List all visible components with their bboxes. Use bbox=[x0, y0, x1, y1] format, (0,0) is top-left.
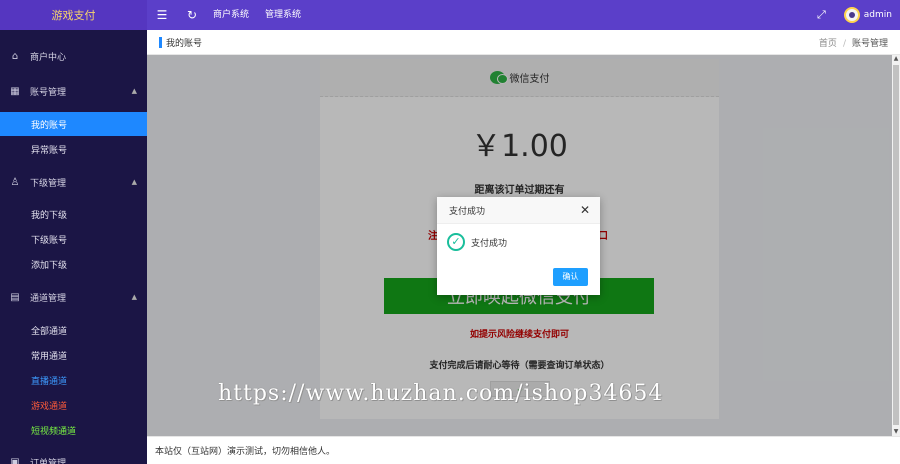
top-bar: 游戏支付 ☰ ↻ 商户系统 管理系统 ⤢ admin bbox=[0, 0, 900, 30]
dialog-message: 支付成功 bbox=[471, 238, 508, 249]
refresh-icon[interactable]: ↻ bbox=[177, 0, 207, 30]
sidebar-item-account-management[interactable]: ▦ 账号管理 ▲ bbox=[0, 79, 147, 103]
dialog-title: 支付成功 bbox=[449, 206, 486, 217]
payment-success-dialog: 支付成功 ✕ ✓ 支付成功 确认 bbox=[437, 197, 600, 295]
caret-up-icon: ▲ bbox=[131, 87, 137, 95]
dialog-header: 支付成功 ✕ bbox=[437, 197, 600, 224]
brand-logo[interactable]: 游戏支付 bbox=[0, 0, 147, 30]
sidebar-item-order-management[interactable]: ▣ 订单管理 bbox=[0, 450, 147, 464]
menu-toggle-icon[interactable]: ☰ bbox=[147, 0, 177, 30]
scrollbar[interactable]: ▲ ▼ bbox=[892, 55, 900, 436]
title-marker bbox=[159, 36, 162, 48]
sidebar-item-channel-management[interactable]: ▤ 通道管理 ▲ bbox=[0, 285, 147, 309]
sidebar-item-short-video-channel[interactable]: 短视频通道 bbox=[0, 418, 147, 442]
order-icon: ▣ bbox=[10, 456, 20, 464]
sidebar-item-merchant-center[interactable]: ⌂ 商户中心 bbox=[0, 44, 147, 68]
sidebar-item-all-channels[interactable]: 全部通道 bbox=[0, 318, 147, 342]
scroll-down-icon[interactable]: ▼ bbox=[892, 428, 900, 436]
check-circle-icon: ✓ bbox=[447, 233, 465, 251]
sidebar-item-label: 账号管理 bbox=[30, 87, 67, 98]
sidebar-item-live-channel[interactable]: 直播通道 bbox=[0, 368, 147, 392]
sidebar-item-common-channels[interactable]: 常用通道 bbox=[0, 343, 147, 367]
sidebar: ⌂ 商户中心 ▦ 账号管理 ▲ 我的账号 异常账号 ♙ 下级管理 ▲ 我的下级 … bbox=[0, 30, 147, 464]
sidebar-item-game-channel[interactable]: 游戏通道 bbox=[0, 393, 147, 417]
app-root: 游戏支付 ☰ ↻ 商户系统 管理系统 ⤢ admin ⌂ 商户中心 ▦ 账号管理… bbox=[0, 0, 900, 464]
caret-up-icon: ▲ bbox=[131, 178, 137, 186]
sidebar-item-subordinate-management[interactable]: ♙ 下级管理 ▲ bbox=[0, 170, 147, 194]
sidebar-item-abnormal-account[interactable]: 异常账号 bbox=[0, 137, 147, 161]
page-title: 我的账号 bbox=[166, 38, 203, 49]
nav-link-merchant[interactable]: 商户系统 bbox=[213, 0, 249, 30]
watermark: https://www.huzhan.com/ishop34654 bbox=[218, 381, 664, 406]
scroll-thumb[interactable] bbox=[893, 65, 899, 425]
breadcrumb-trail: 首页 / 账号管理 bbox=[819, 36, 888, 49]
channel-icon: ▤ bbox=[10, 291, 20, 303]
close-icon[interactable]: ✕ bbox=[580, 203, 590, 217]
sidebar-item-label: 商户中心 bbox=[30, 52, 67, 63]
footer-notice: 本站仅（互站网）演示测试，切勿相信他人。 bbox=[147, 436, 900, 464]
dialog-body: ✓ 支付成功 bbox=[437, 233, 600, 251]
sidebar-item-my-account[interactable]: 我的账号 bbox=[0, 112, 147, 136]
scroll-up-icon[interactable]: ▲ bbox=[892, 55, 900, 63]
sidebar-item-my-subordinates[interactable]: 我的下级 bbox=[0, 202, 147, 226]
breadcrumb-home[interactable]: 首页 bbox=[819, 39, 837, 49]
avatar[interactable] bbox=[843, 7, 860, 23]
caret-up-icon: ▲ bbox=[131, 293, 137, 301]
sidebar-item-subordinate-accounts[interactable]: 下级账号 bbox=[0, 227, 147, 251]
sidebar-item-label: 通道管理 bbox=[30, 293, 67, 304]
breadcrumb-separator: / bbox=[842, 38, 846, 49]
grid-icon: ▦ bbox=[10, 85, 20, 97]
home-icon: ⌂ bbox=[11, 50, 19, 62]
breadcrumb-current: 账号管理 bbox=[851, 38, 888, 49]
sidebar-item-label: 订单管理 bbox=[30, 458, 67, 464]
user-name[interactable]: admin bbox=[864, 10, 892, 20]
sidebar-item-add-subordinate[interactable]: 添加下级 bbox=[0, 252, 147, 276]
breadcrumb: 我的账号 首页 / 账号管理 bbox=[147, 30, 900, 55]
nav-link-admin[interactable]: 管理系统 bbox=[265, 0, 301, 30]
user-icon: ♙ bbox=[10, 176, 20, 188]
fullscreen-icon[interactable]: ⤢ bbox=[817, 8, 826, 22]
sidebar-item-label: 下级管理 bbox=[30, 178, 67, 189]
confirm-button[interactable]: 确认 bbox=[553, 268, 588, 286]
